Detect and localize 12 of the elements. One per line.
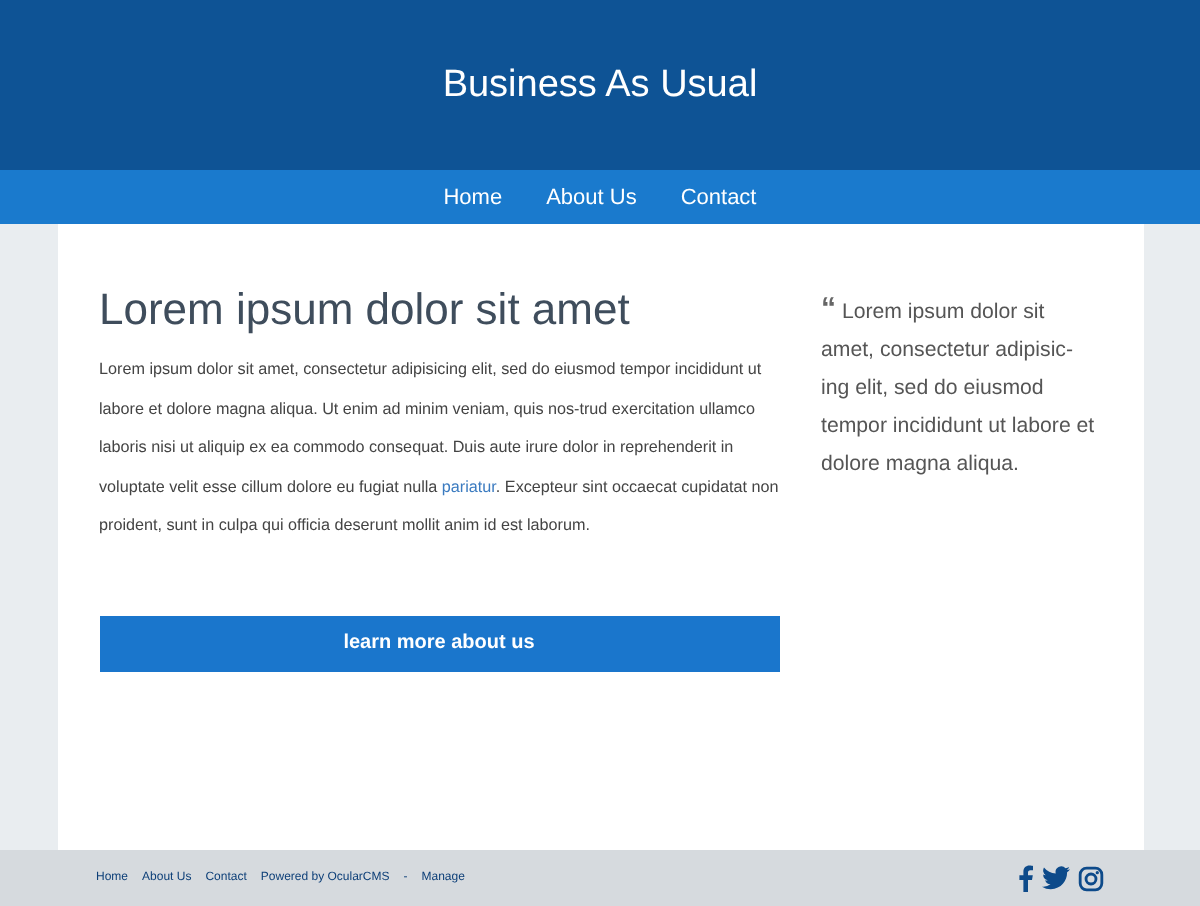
nav-link[interactable]: Contact (680, 185, 757, 209)
twitter-icon[interactable] (1042, 866, 1070, 890)
site-title: Business As Usual (442, 63, 758, 107)
quote-text: “ Lorem ipsum dolor sit amet, consectetur adipisic-ing elit, sed do eiusmod tempor incididunt ut labore et dolore magna aliqua. (821, 290, 1097, 480)
facebook-icon[interactable] (1018, 864, 1034, 892)
article-text: Lorem ipsum dolor sit amet, consectetur adipisicing elit, sed do eiusmod tempor incididunt ut labore et dolore magna aliqua. Ut enim ad minim veniam, quis nos-trud exercitation ullamco laboris nisi ut aliquip ex ea commodo consequat. Duis aute irure dolor in reprehenderit in voluptate velit esse cillum dolore eu fugiat nulla pariatur. Excepteur sint occaecat cupidatat non proident, sunt in culpa qui officia deserunt mollit anim id est laborum. (99, 358, 779, 538)
learn-more-button[interactable]: learn more about us (99, 615, 779, 671)
nav-link[interactable]: About Us (546, 185, 637, 209)
text-link[interactable]: pariatur (441, 477, 496, 495)
article-heading: Lorem ipsum dolor sit amet (99, 284, 632, 336)
camera-icon[interactable] (1078, 865, 1104, 891)
nav-link[interactable]: Home (443, 185, 503, 209)
